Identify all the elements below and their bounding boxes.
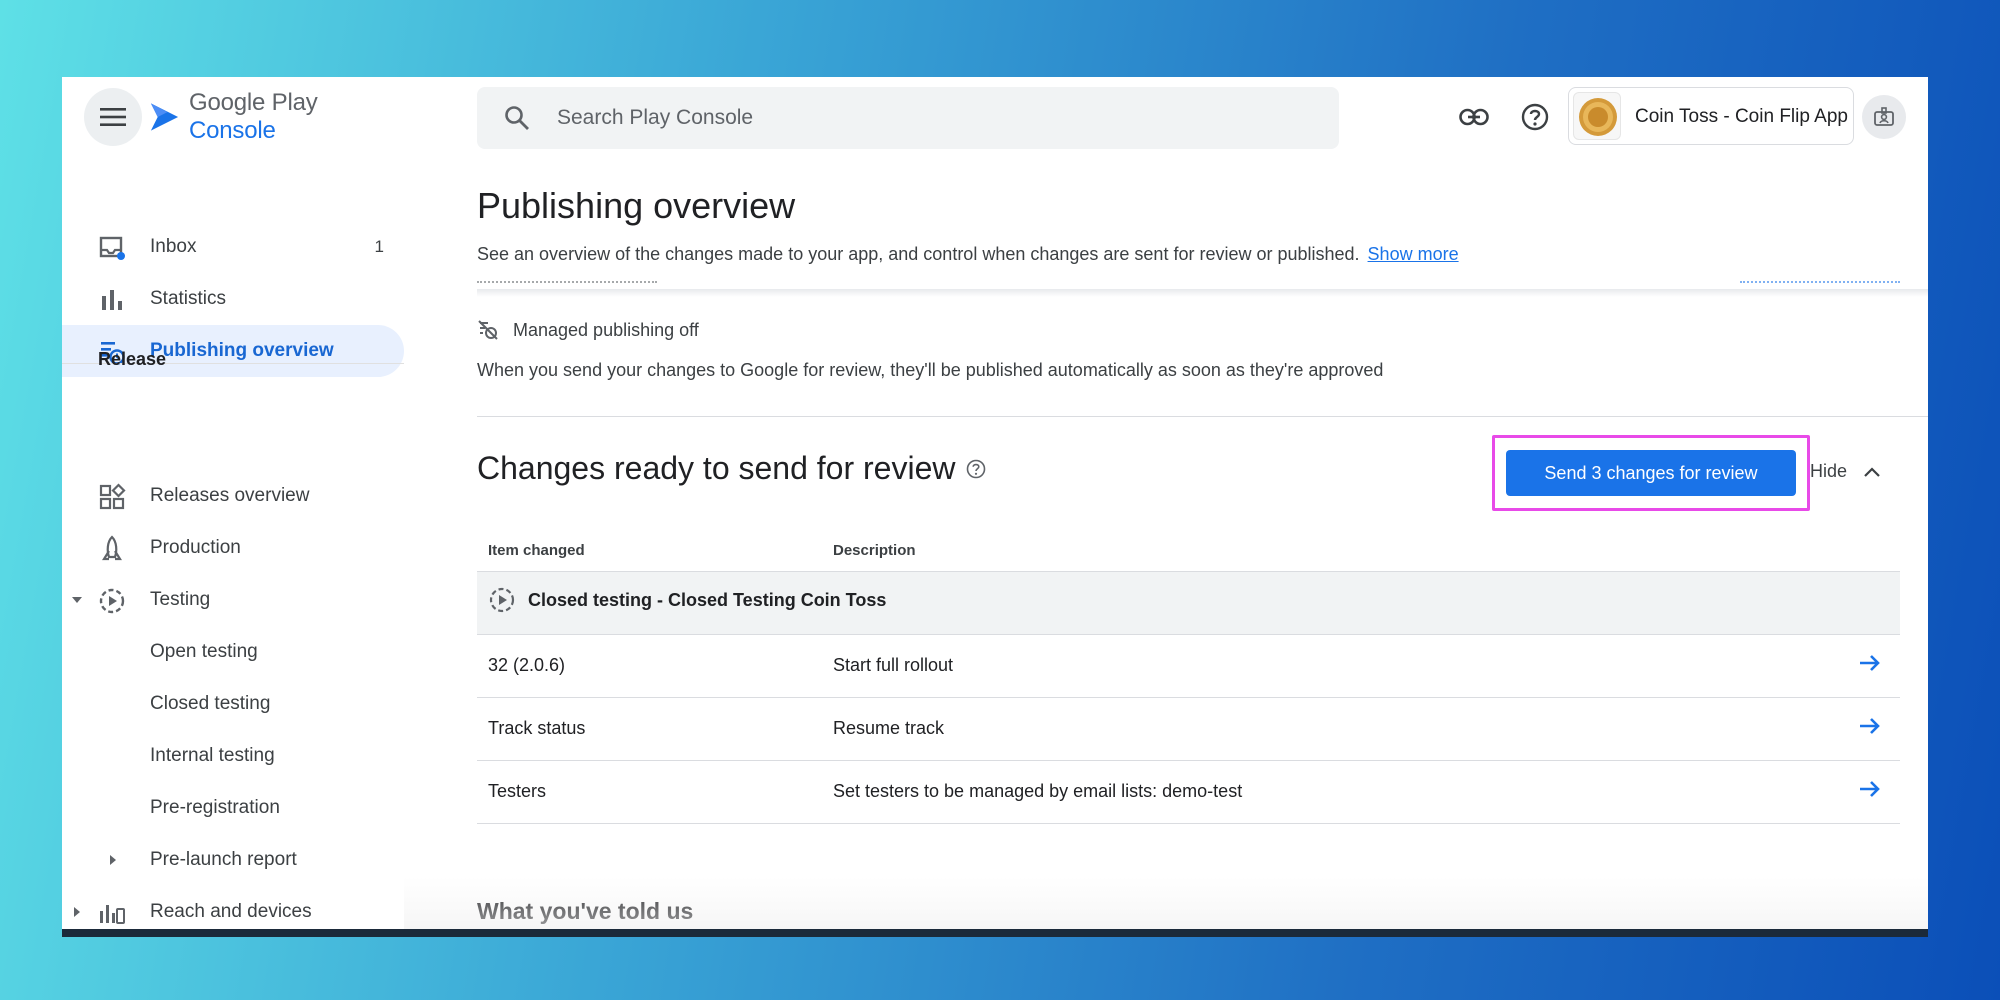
send-changes-for-review-button[interactable]: Send 3 changes for review: [1506, 450, 1796, 496]
sidebar-item-label: Internal testing: [150, 745, 275, 766]
page-description: See an overview of the changes made to y…: [477, 244, 1459, 264]
row-link[interactable]: [1840, 697, 1900, 761]
sidebar-item-internal-testing[interactable]: Internal testing: [62, 730, 404, 782]
column-header-actions: [1840, 531, 1900, 572]
hide-label: Hide: [1810, 461, 1848, 481]
account-badge-icon: [1874, 107, 1894, 126]
search-icon: [505, 106, 529, 130]
sidebar-item-label: Publishing overview: [150, 340, 334, 361]
sidebar-item-testing[interactable]: Testing: [62, 574, 404, 626]
managed-publishing-label: Managed publishing off: [513, 319, 699, 340]
logo-text: Google Play Console: [188, 89, 318, 144]
window-bottom-edge: [62, 929, 1928, 937]
bar-chart-icon: [102, 290, 122, 310]
sticky-header-shadow: [477, 289, 1928, 297]
group-label: Closed testing - Closed Testing Coin Tos…: [528, 589, 887, 610]
app-selector[interactable]: Coin Toss - Coin Flip App: [1568, 87, 1854, 145]
arrow-right-icon: [1860, 718, 1880, 734]
link-icon: [1459, 108, 1489, 126]
table-row[interactable]: Track status Resume track: [477, 697, 1900, 761]
sidebar-item-label: Open testing: [150, 641, 258, 662]
production-icon: [102, 535, 122, 561]
sidebar-item-reach-and-devices[interactable]: Reach and devices: [62, 886, 404, 929]
caret-right-icon: [74, 907, 80, 917]
arrow-right-icon: [1860, 655, 1880, 671]
account-button[interactable]: [1862, 95, 1906, 139]
sidebar-item-label: Pre-launch report: [150, 849, 297, 870]
managed-publishing-description: When you send your changes to Google for…: [477, 360, 1384, 380]
play-logo-icon: [150, 103, 179, 131]
page-title: Publishing overview: [477, 185, 796, 226]
arrow-right-icon: [1860, 781, 1880, 797]
section-divider: [477, 416, 1928, 417]
table-row[interactable]: 32 (2.0.6) Start full rollout: [477, 634, 1900, 698]
play-console-window: Google Play Console Inbox 1 Statistics P…: [62, 77, 1928, 929]
release-section-label: Release: [98, 349, 167, 369]
search-bar[interactable]: [477, 87, 1339, 149]
item-cell: Track status: [477, 697, 822, 761]
sidebar-item-production[interactable]: Production: [62, 522, 404, 574]
table-header-row: Item changed Description: [477, 531, 1900, 572]
sidebar: Google Play Console Inbox 1 Statistics P…: [62, 77, 404, 929]
column-header-description: Description: [822, 531, 1840, 572]
row-link[interactable]: [1840, 760, 1900, 824]
scrolled-content-edge: [477, 277, 1928, 289]
sidebar-item-statistics[interactable]: Statistics: [62, 273, 404, 325]
inbox-icon: [99, 236, 125, 260]
sidebar-item-label: Reach and devices: [150, 901, 312, 922]
description-cell: Set testers to be managed by email lists…: [822, 760, 1840, 824]
sidebar-item-closed-testing[interactable]: Closed testing: [62, 678, 404, 730]
row-link[interactable]: [1840, 634, 1900, 698]
sidebar-item-label: Production: [150, 537, 241, 558]
reach-devices-icon: [100, 905, 125, 924]
app-icon: [1573, 92, 1621, 140]
caret-right-icon: [110, 855, 116, 865]
sidebar-item-label: Releases overview: [150, 485, 310, 506]
search-input[interactable]: [557, 101, 1257, 135]
managed-publishing-status: Managed publishing off: [477, 315, 699, 345]
changes-section-title: Changes ready to send for review: [477, 450, 987, 487]
testing-icon: [99, 588, 125, 614]
sidebar-item-pre-launch-report[interactable]: Pre-launch report: [62, 834, 404, 886]
sidebar-item-label: Statistics: [150, 288, 227, 309]
app-name: Coin Toss - Coin Flip App: [1635, 106, 1848, 127]
hide-toggle[interactable]: Hide: [1810, 461, 1881, 482]
column-header-item-changed: Item changed: [477, 531, 822, 572]
sidebar-item-label: Inbox: [150, 236, 197, 257]
sidebar-item-label: Testing: [150, 589, 211, 610]
chevron-up-icon: [1864, 466, 1880, 477]
testing-track-icon: [489, 587, 515, 613]
inbox-count-badge: 1: [374, 237, 384, 256]
hamburger-icon: [100, 108, 126, 126]
sidebar-item-releases-overview[interactable]: Releases overview: [62, 470, 404, 522]
releases-overview-icon: [99, 483, 126, 510]
sidebar-item-label: Pre-registration: [150, 797, 280, 818]
sidebar-item-pre-registration[interactable]: Pre-registration: [62, 782, 404, 834]
description-cell: Start full rollout: [822, 634, 1840, 698]
sidebar-item-label: Closed testing: [150, 693, 271, 714]
publishing-off-icon: [478, 320, 498, 340]
sidebar-item-inbox[interactable]: Inbox 1: [62, 221, 404, 273]
play-console-logo[interactable]: Google Play Console: [148, 89, 404, 144]
table-row[interactable]: Testers Set testers to be managed by ema…: [477, 760, 1900, 824]
group-cell: Closed testing - Closed Testing Coin Tos…: [477, 571, 1900, 635]
item-cell: 32 (2.0.6): [477, 634, 822, 698]
item-cell: Testers: [477, 760, 822, 824]
help-button[interactable]: [1517, 99, 1553, 135]
link-button[interactable]: [1456, 99, 1492, 135]
caret-down-icon: [72, 597, 82, 603]
what-youve-told-us-heading: What you've told us: [477, 898, 694, 924]
description-cell: Resume track: [822, 697, 1840, 761]
show-more-link[interactable]: Show more: [1368, 244, 1459, 264]
help-circle-icon[interactable]: [965, 458, 987, 480]
help-icon: [1521, 103, 1549, 131]
changes-table: Item changed Description Closed testing …: [477, 531, 1900, 824]
menu-button[interactable]: [84, 88, 142, 146]
table-group-row: Closed testing - Closed Testing Coin Tos…: [477, 571, 1900, 635]
sidebar-item-open-testing[interactable]: Open testing: [62, 626, 404, 678]
